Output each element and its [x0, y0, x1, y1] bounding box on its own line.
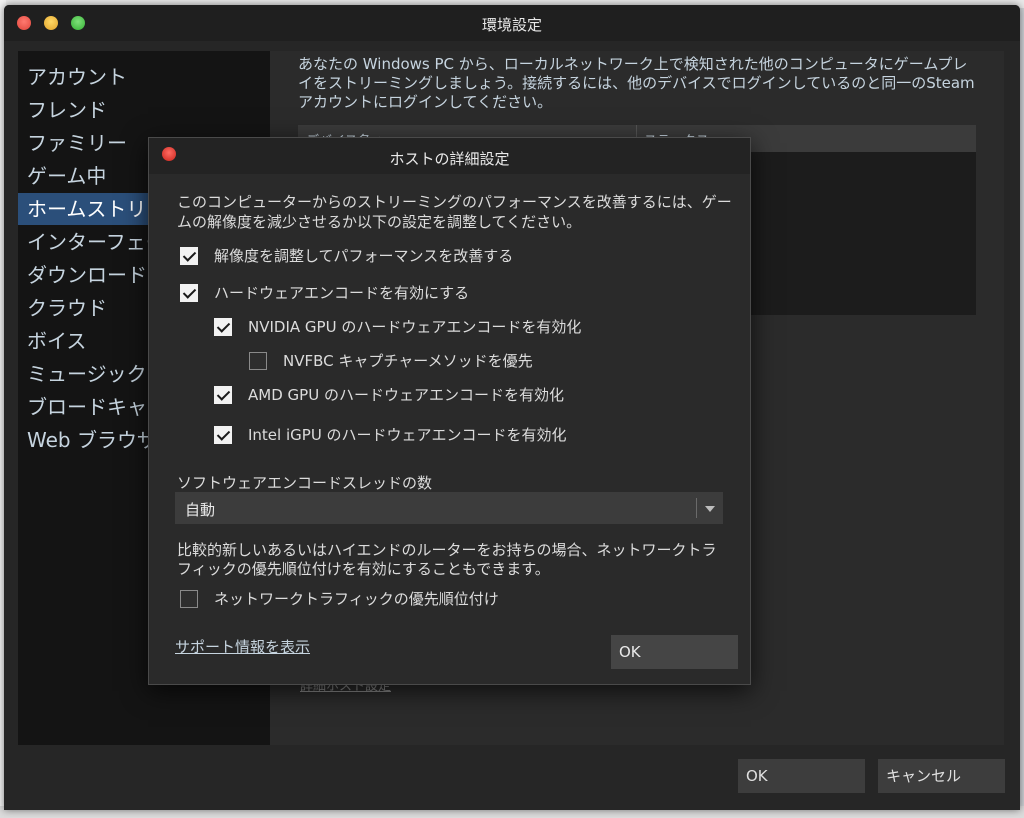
- support-info-link[interactable]: サポート情報を表示: [175, 636, 310, 657]
- checkbox[interactable]: [214, 318, 232, 336]
- option-label: NVIDIA GPU のハードウェアエンコードを有効化: [248, 318, 582, 336]
- checkbox[interactable]: [249, 352, 267, 370]
- checkbox[interactable]: [214, 386, 232, 404]
- host-advanced-settings-dialog: ホストの詳細設定 このコンピューターからのストリーミングのパフォーマンスを改善す…: [148, 137, 751, 685]
- dialog-ok-button[interactable]: OK: [611, 635, 738, 669]
- checkbox[interactable]: [180, 284, 198, 302]
- select-divider: [696, 498, 697, 518]
- checkbox[interactable]: [180, 247, 198, 265]
- option-label: 解像度を調整してパフォーマンスを改善する: [214, 247, 514, 265]
- dialog-titlebar[interactable]: ホストの詳細設定: [149, 138, 750, 174]
- software-threads-select[interactable]: 自動: [175, 492, 723, 524]
- window-title: 環境設定: [481, 16, 542, 34]
- sidebar-item-friends[interactable]: フレンド: [18, 94, 270, 126]
- cancel-button[interactable]: キャンセル: [878, 759, 1005, 793]
- option-label: ハードウェアエンコードを有効にする: [214, 284, 470, 302]
- software-threads-label: ソフトウェアエンコードスレッドの数: [177, 474, 433, 492]
- option-label: AMD GPU のハードウェアエンコードを有効化: [248, 386, 564, 404]
- checkbox[interactable]: [180, 590, 198, 608]
- ok-button[interactable]: OK: [738, 759, 865, 793]
- option-label: NVFBC キャプチャーメソッドを優先: [283, 352, 533, 370]
- option-label: ネットワークトラフィックの優先順位付け: [214, 590, 499, 608]
- streaming-description: あなたの Windows PC から、ローカルネットワーク上で検知された他のコン…: [298, 55, 975, 111]
- network-priority-note: 比較的新しいあるいはハイエンドのルーターをお持ちの場合、ネットワークトラフィック…: [177, 541, 717, 578]
- dialog-description: このコンピューターからのストリーミングのパフォーマンスを改善するには、ゲームの解…: [177, 193, 732, 231]
- chevron-down-icon[interactable]: [705, 506, 715, 512]
- checkbox[interactable]: [214, 426, 232, 444]
- sidebar-item-account[interactable]: アカウント: [18, 61, 270, 93]
- option-label: Intel iGPU のハードウェアエンコードを有効化: [248, 426, 567, 444]
- dialog-title: ホストの詳細設定: [389, 150, 510, 168]
- window-titlebar[interactable]: 環境設定: [4, 5, 1020, 41]
- select-value: 自動: [185, 501, 216, 519]
